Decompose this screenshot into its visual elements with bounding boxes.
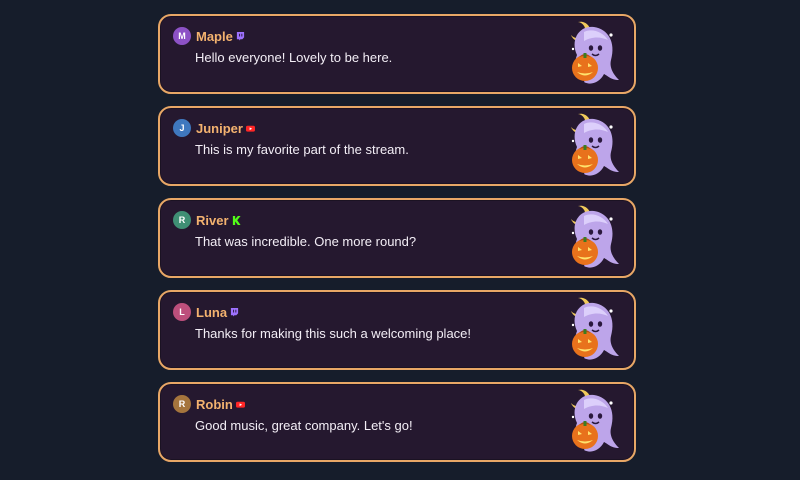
chat-message-text: Thanks for making this such a welcoming … bbox=[195, 326, 472, 341]
ghost-pumpkin-moon-icon bbox=[571, 113, 619, 176]
username: Luna bbox=[196, 304, 228, 320]
chat-message-text: That was incredible. One more round? bbox=[195, 234, 417, 249]
avatar: M bbox=[173, 27, 191, 45]
avatar: R bbox=[173, 211, 191, 229]
youtube-icon bbox=[235, 401, 245, 408]
username: Maple bbox=[196, 28, 233, 44]
chat-message-card: R River That was incredible. One more ro… bbox=[158, 198, 636, 278]
avatar: R bbox=[173, 395, 191, 413]
youtube-icon bbox=[245, 125, 255, 132]
username: River bbox=[196, 212, 229, 228]
ghost-pumpkin-moon-icon bbox=[571, 21, 619, 84]
ghost-pumpkin-moon-icon bbox=[571, 205, 619, 268]
twitch-icon bbox=[230, 307, 239, 317]
chat-user-row: R Robin bbox=[173, 394, 245, 414]
chat-message-text: This is my favorite part of the stream. bbox=[195, 142, 409, 157]
avatar: J bbox=[173, 119, 191, 137]
username: Juniper bbox=[196, 120, 243, 136]
chat-user-row: J Juniper bbox=[173, 118, 255, 138]
ghost-pumpkin-moon-icon bbox=[571, 389, 619, 452]
chat-user-row: R River bbox=[173, 210, 241, 230]
chat-user-row: M Maple bbox=[173, 26, 245, 46]
chat-message-card: R Robin Good music, great company. Let's… bbox=[158, 382, 636, 462]
chat-message-text: Hello everyone! Lovely to be here. bbox=[195, 50, 393, 65]
twitch-icon bbox=[236, 31, 244, 41]
chat-message-card: J Juniper This is my favorite part of th… bbox=[158, 106, 636, 186]
chat-message-text: Good music, great company. Let's go! bbox=[195, 418, 413, 433]
kick-icon bbox=[232, 215, 241, 225]
ghost-pumpkin-moon-icon bbox=[571, 297, 619, 360]
username: Robin bbox=[196, 396, 233, 412]
chat-overlay: M Maple Hello everyone! Lovely to be her… bbox=[158, 14, 636, 474]
chat-message-card: L Luna Thanks for making this such a wel… bbox=[158, 290, 636, 370]
chat-message-card: M Maple Hello everyone! Lovely to be her… bbox=[158, 14, 636, 94]
avatar: L bbox=[173, 303, 191, 321]
chat-user-row: L Luna bbox=[173, 302, 239, 322]
